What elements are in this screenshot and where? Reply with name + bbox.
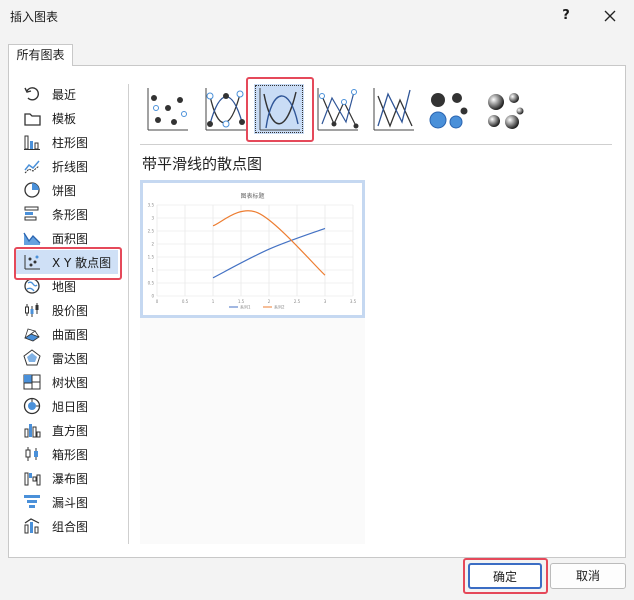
area-chart-icon xyxy=(23,232,41,245)
subtype-highlight-box xyxy=(246,77,314,142)
y-tick-label: 0 xyxy=(151,294,154,299)
sidebar-item[interactable]: 直方图 xyxy=(16,418,118,442)
dialog-title: 插入图表 xyxy=(10,10,59,24)
tab-all-charts[interactable]: 所有图表 xyxy=(8,44,73,66)
box-whisker-chart-icon xyxy=(25,447,38,461)
chart-type-list: 最近 模板 柱形图 折线图 饼图 条形图 面积图 X Y 散点图 地图 股价图 曲面图 雷达图 树状图旭… xyxy=(16,82,118,538)
close-icon xyxy=(604,10,616,22)
histogram-chart-icon xyxy=(24,424,41,438)
sidebar-highlight-box xyxy=(14,247,122,280)
treemap-chart-icon xyxy=(23,374,41,390)
sidebar-item-label: 柱形图 xyxy=(52,136,89,150)
y-tick-label: 1.5 xyxy=(148,255,155,260)
sidebar-item[interactable]: 树状图 xyxy=(16,370,118,394)
y-tick-label: 1 xyxy=(151,268,154,273)
sidebar-item[interactable]: 柱形图 xyxy=(16,130,118,154)
sidebar-item[interactable]: 条形图 xyxy=(16,202,118,226)
surface-chart-icon xyxy=(24,328,40,342)
subtype-option[interactable] xyxy=(142,84,192,134)
sidebar-item-label: 地图 xyxy=(52,280,77,294)
x-tick-label: 1.5 xyxy=(238,299,245,304)
title-bar: 插入图表 ? xyxy=(0,0,634,32)
pie-chart-icon xyxy=(24,182,40,198)
close-button[interactable] xyxy=(596,4,624,28)
sidebar-item-label: 股价图 xyxy=(52,304,89,318)
sidebar-item[interactable]: 旭日图 xyxy=(16,394,118,418)
sidebar-item[interactable]: 曲面图 xyxy=(16,322,118,346)
radar-chart-icon xyxy=(23,349,41,366)
sidebar-item-label: 瀑布图 xyxy=(52,472,89,486)
divider xyxy=(128,84,129,544)
sidebar-item-label: 雷达图 xyxy=(52,352,89,366)
x-tick-label: 3.5 xyxy=(350,299,357,304)
sunburst-chart-icon xyxy=(23,397,41,415)
subtype-option[interactable] xyxy=(200,84,250,134)
subtype-option[interactable] xyxy=(312,84,362,134)
scatter-straight-lines-markers-icon xyxy=(317,88,359,131)
combo-chart-icon xyxy=(24,518,40,534)
sidebar-item[interactable]: 瀑布图 xyxy=(16,466,118,490)
y-tick-label: 2 xyxy=(151,242,154,247)
sidebar-item-label: 曲面图 xyxy=(52,328,89,342)
y-tick-label: 3.5 xyxy=(148,203,155,208)
sidebar-item-label: 直方图 xyxy=(52,424,89,438)
recent-icon xyxy=(24,87,39,101)
sidebar-item[interactable]: 股价图 xyxy=(16,298,118,322)
cancel-button[interactable]: 取消 xyxy=(550,563,626,589)
waterfall-chart-icon xyxy=(24,472,41,486)
sidebar-item-label: 箱形图 xyxy=(52,448,89,462)
subtype-option[interactable] xyxy=(480,84,530,134)
sidebar-item[interactable]: 模板 xyxy=(16,106,118,130)
x-tick-label: 0.5 xyxy=(182,299,189,304)
template-folder-icon xyxy=(24,113,41,126)
scatter-straight-lines-icon xyxy=(373,88,414,131)
sidebar-item-label: 模板 xyxy=(52,112,77,126)
sidebar-item-label: 漏斗图 xyxy=(52,496,89,510)
sidebar-item[interactable]: 组合图 xyxy=(16,514,118,538)
sidebar-item[interactable]: 最近 xyxy=(16,82,118,106)
sidebar-item-label: 旭日图 xyxy=(52,400,89,414)
x-tick-label: 3 xyxy=(324,299,327,304)
sidebar-item-label: 面积图 xyxy=(52,232,89,246)
line-chart-icon xyxy=(24,160,40,174)
subtype-option[interactable] xyxy=(368,84,418,134)
bubble-icon xyxy=(429,93,468,129)
sidebar-item-label: 最近 xyxy=(52,88,77,102)
bar-chart-icon xyxy=(24,206,39,221)
legend-label: 系列1 xyxy=(240,304,251,310)
ok-highlight-box xyxy=(463,558,548,594)
x-tick-label: 2.5 xyxy=(294,299,301,304)
sidebar-item[interactable]: 折线图 xyxy=(16,154,118,178)
bubble-3d-icon xyxy=(488,93,524,129)
sidebar-item-label: 树状图 xyxy=(52,376,89,390)
x-tick-label: 1 xyxy=(212,299,215,304)
sidebar-item-label: 组合图 xyxy=(52,520,89,534)
divider xyxy=(140,144,612,145)
help-button[interactable]: ? xyxy=(552,4,580,28)
x-tick-label: 2 xyxy=(268,299,271,304)
chart-preview[interactable]: 图表标题 0 0.5 1 1.5 2 2.5 3 3.5 0 0.5 1 1.5 2 2.5 3 3.5 系列1… xyxy=(140,180,365,318)
y-tick-label: 0.5 xyxy=(148,281,155,286)
scatter-markers-icon xyxy=(147,88,188,131)
stock-chart-icon xyxy=(25,303,39,317)
subtype-title: 带平滑线的散点图 xyxy=(142,155,263,173)
sidebar-item[interactable]: 饼图 xyxy=(16,178,118,202)
sidebar-item-label: 饼图 xyxy=(52,184,77,198)
column-chart-icon xyxy=(24,135,40,150)
scatter-smooth-lines-markers-icon xyxy=(205,88,246,131)
sidebar-item-label: 条形图 xyxy=(52,208,89,222)
preview-plot: 0 0.5 1 1.5 2 2.5 3 3.5 0 0.5 1 1.5 2 2.5 3 3.5 系列1 系列2 xyxy=(148,203,357,310)
y-tick-label: 2.5 xyxy=(148,229,155,234)
sidebar-item[interactable]: 漏斗图 xyxy=(16,490,118,514)
x-tick-label: 0 xyxy=(156,299,159,304)
legend-label: 系列2 xyxy=(274,304,285,310)
subtype-option[interactable] xyxy=(424,84,474,134)
funnel-chart-icon xyxy=(24,495,40,508)
y-tick-label: 3 xyxy=(151,216,154,221)
sidebar-item-label: 折线图 xyxy=(52,160,89,174)
preview-area xyxy=(140,318,365,544)
sidebar-item[interactable]: 雷达图 xyxy=(16,346,118,370)
sidebar-item[interactable]: 箱形图 xyxy=(16,442,118,466)
